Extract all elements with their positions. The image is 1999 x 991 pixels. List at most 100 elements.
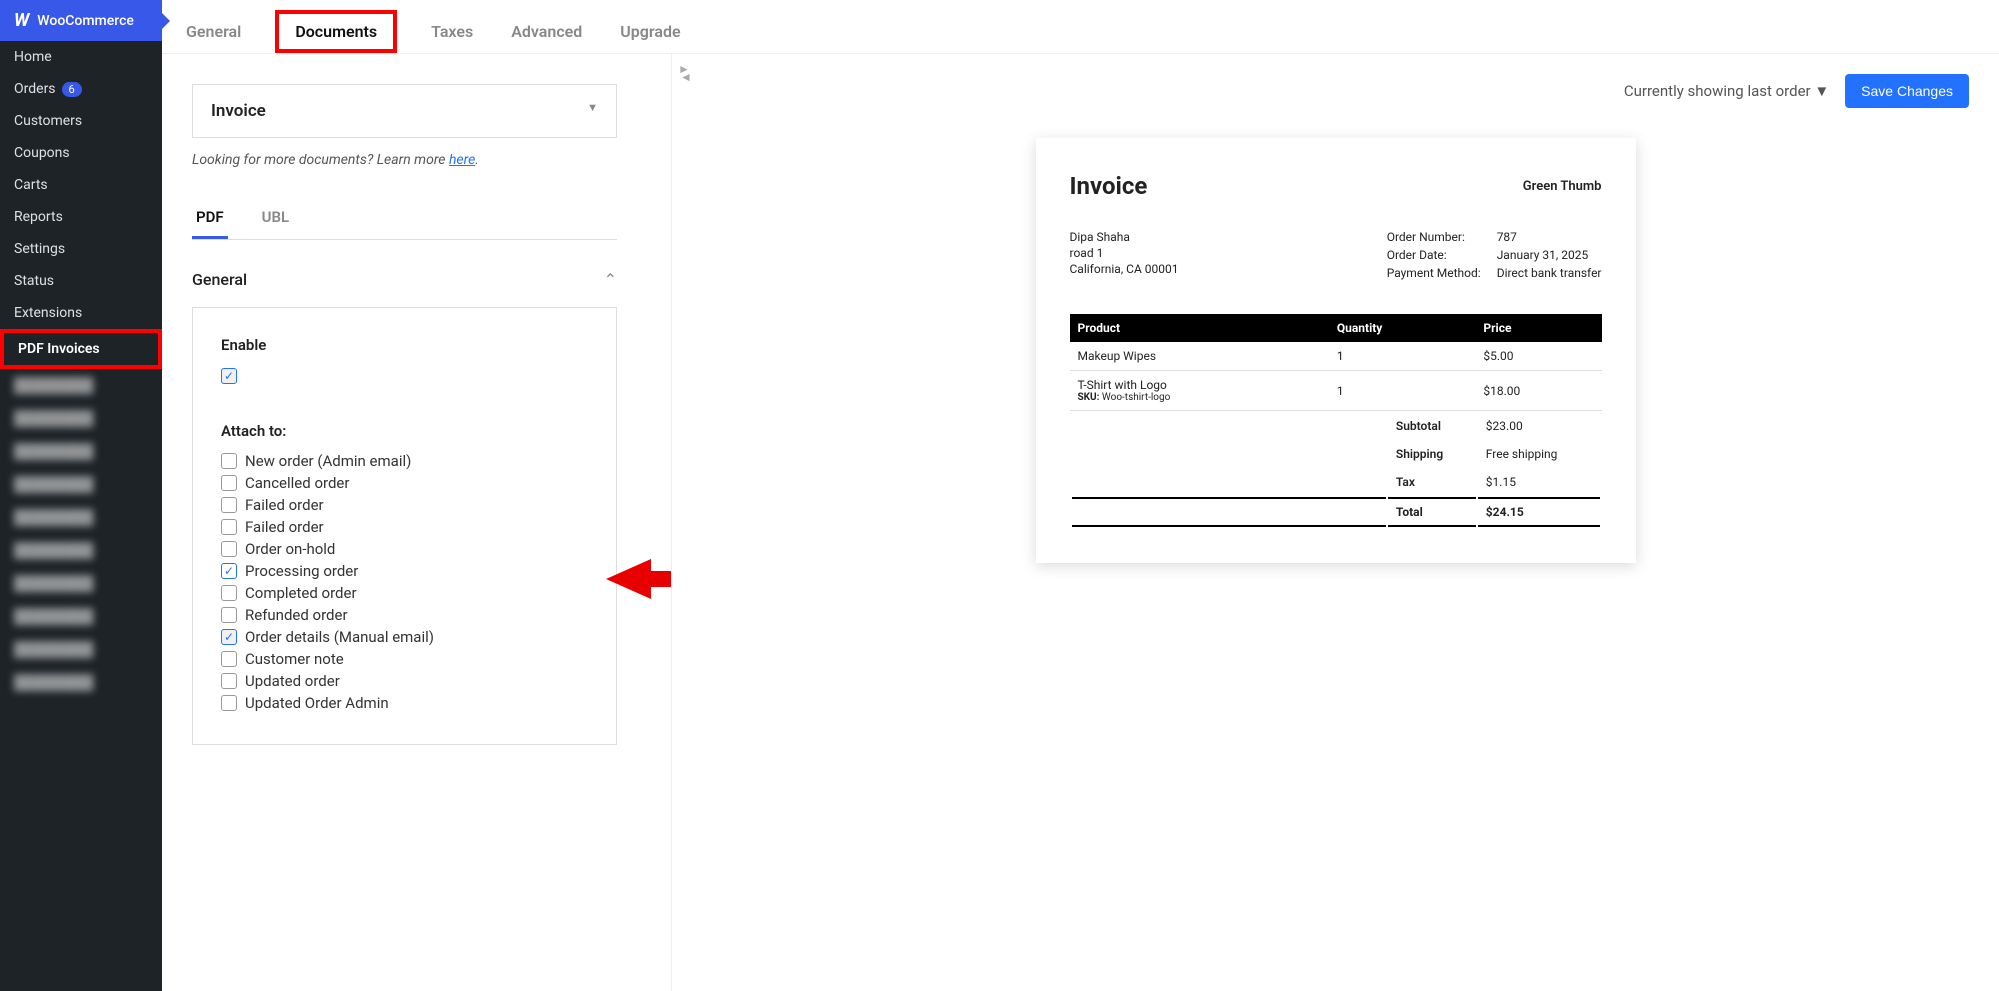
sidebar-item-hidden: ████████: [0, 435, 162, 468]
invoice-meta-row: Order Number:787: [1387, 230, 1602, 246]
subtab-ubl[interactable]: UBL: [258, 198, 293, 239]
attach-option-label: Order details (Manual email): [245, 628, 434, 646]
sidebar-item-hidden: ████████: [0, 402, 162, 435]
save-button[interactable]: Save Changes: [1845, 74, 1969, 108]
chevron-down-icon: ▼: [587, 101, 598, 121]
attach-option[interactable]: Processing order: [221, 562, 588, 580]
billto-line: California, CA 00001: [1070, 262, 1179, 276]
sidebar-item-status[interactable]: Status: [0, 265, 162, 297]
attach-option[interactable]: New order (Admin email): [221, 452, 588, 470]
tab-taxes[interactable]: Taxes: [427, 10, 477, 53]
invoice-total-row: ShippingFree shipping: [1072, 441, 1600, 467]
sidebar: W WooCommerce HomeOrders6CustomersCoupon…: [0, 0, 162, 991]
attach-option-label: Failed order: [245, 518, 324, 536]
sidebar-item-hidden: ████████: [0, 633, 162, 666]
attach-option-label: Order on-hold: [245, 540, 335, 558]
sidebar-item-coupons[interactable]: Coupons: [0, 137, 162, 169]
invoice-line: T-Shirt with LogoSKU: Woo-tshirt-logo1$1…: [1070, 371, 1602, 411]
tab-documents[interactable]: Documents: [275, 10, 397, 53]
invoice-totals: Subtotal$23.00ShippingFree shippingTax$1…: [1070, 411, 1602, 529]
attach-option-label: Updated order: [245, 672, 340, 690]
sidebar-item-reports[interactable]: Reports: [0, 201, 162, 233]
invoice-total-row: Subtotal$23.00: [1072, 413, 1600, 439]
badge: 6: [62, 82, 82, 97]
hint-text: Looking for more documents? Learn more h…: [192, 152, 651, 168]
checkbox-icon: [221, 541, 237, 557]
sidebar-item-pdf-invoices[interactable]: PDF Invoices: [0, 329, 162, 369]
th-price: Price: [1475, 314, 1601, 342]
checkbox-icon: [221, 519, 237, 535]
attach-option[interactable]: Cancelled order: [221, 474, 588, 492]
billto-line: Dipa Shaha: [1070, 230, 1179, 244]
sidebar-item-hidden: ████████: [0, 369, 162, 402]
attach-option-label: New order (Admin email): [245, 452, 411, 470]
invoice-brand: Green Thumb: [1523, 179, 1602, 194]
checkbox-icon: [221, 695, 237, 711]
attach-option[interactable]: Updated order: [221, 672, 588, 690]
checkbox-icon: [221, 475, 237, 491]
tab-general[interactable]: General: [182, 10, 245, 53]
attach-option-label: Refunded order: [245, 606, 348, 624]
sidebar-item-extensions[interactable]: Extensions: [0, 297, 162, 329]
attach-option[interactable]: Completed order: [221, 584, 588, 602]
subtab-pdf[interactable]: PDF: [192, 198, 228, 239]
hint-link[interactable]: here: [449, 152, 475, 168]
checkbox-icon: [221, 607, 237, 623]
enable-label: Enable: [221, 336, 588, 354]
billto-line: road 1: [1070, 246, 1179, 260]
attach-option-label: Cancelled order: [245, 474, 349, 492]
sidebar-item-carts[interactable]: Carts: [0, 169, 162, 201]
top-controls: Currently showing last order ▼ Save Chan…: [702, 74, 1969, 108]
attach-option-label: Failed order: [245, 496, 324, 514]
attach-label: Attach to:: [221, 422, 588, 440]
checkbox-icon: [221, 453, 237, 469]
attach-option-label: Customer note: [245, 650, 344, 668]
invoice-title: Invoice: [1070, 172, 1148, 200]
sidebar-item-orders[interactable]: Orders6: [0, 73, 162, 105]
sidebar-item-settings[interactable]: Settings: [0, 233, 162, 265]
document-select[interactable]: Invoice ▼: [192, 84, 617, 138]
invoice-line: Makeup Wipes1$5.00: [1070, 342, 1602, 371]
chevron-up-icon: ⌃: [604, 270, 617, 289]
sidebar-header-label: WooCommerce: [37, 13, 134, 29]
main: General Documents Taxes Advanced Upgrade…: [162, 0, 1999, 991]
enable-checkbox[interactable]: [221, 368, 588, 384]
red-arrow-annotation: [606, 554, 672, 604]
tab-advanced[interactable]: Advanced: [507, 10, 586, 53]
sidebar-item-customers[interactable]: Customers: [0, 105, 162, 137]
attach-option[interactable]: Failed order: [221, 496, 588, 514]
checkbox-icon: [221, 629, 237, 645]
sidebar-item-hidden: ████████: [0, 534, 162, 567]
invoice-total-row: Total$24.15: [1072, 497, 1600, 527]
attach-option[interactable]: Refunded order: [221, 606, 588, 624]
section-label: General: [192, 270, 247, 289]
document-select-label: Invoice: [211, 101, 266, 121]
checkbox-icon: [221, 368, 237, 384]
invoice-preview: Invoice Green Thumb Dipa Shaha road 1 Cali…: [1036, 138, 1636, 563]
section-general-toggle[interactable]: General ⌃: [192, 270, 617, 289]
invoice-meta-row: Payment Method:Direct bank transfer: [1387, 266, 1602, 282]
sidebar-header[interactable]: W WooCommerce: [0, 0, 162, 41]
attach-option[interactable]: Updated Order Admin: [221, 694, 588, 712]
subtabs: PDF UBL: [192, 198, 617, 240]
attach-option-label: Completed order: [245, 584, 357, 602]
attach-option-label: Updated Order Admin: [245, 694, 389, 712]
pager-next-icon[interactable]: ►: [678, 62, 690, 76]
invoice-meta-row: Order Date:January 31, 2025: [1387, 248, 1602, 264]
attach-option[interactable]: Order on-hold: [221, 540, 588, 558]
tab-upgrade[interactable]: Upgrade: [616, 10, 684, 53]
attach-option[interactable]: Failed order: [221, 518, 588, 536]
sidebar-item-hidden: ████████: [0, 666, 162, 699]
checkbox-icon: [221, 585, 237, 601]
th-qty: Quantity: [1329, 314, 1476, 342]
attach-option[interactable]: Order details (Manual email): [221, 628, 588, 646]
sidebar-item-home[interactable]: Home: [0, 41, 162, 73]
attach-option[interactable]: Customer note: [221, 650, 588, 668]
checkbox-icon: [221, 673, 237, 689]
sidebar-item-hidden: ████████: [0, 600, 162, 633]
attach-option-label: Processing order: [245, 562, 358, 580]
showing-dropdown[interactable]: Currently showing last order ▼: [1624, 82, 1829, 100]
sidebar-item-hidden: ████████: [0, 567, 162, 600]
sidebar-item-hidden: ████████: [0, 501, 162, 534]
woo-logo-icon: W: [14, 10, 29, 31]
